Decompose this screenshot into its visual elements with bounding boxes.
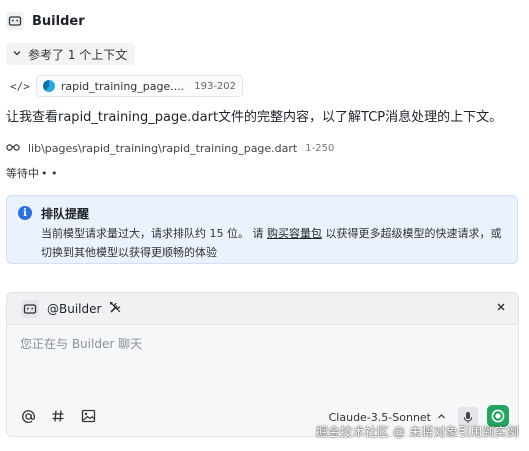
referenced-file-row: </> rapid_training_page.... 193-202: [10, 75, 244, 97]
glasses-icon: [6, 142, 20, 155]
image-icon[interactable]: [80, 408, 96, 424]
chat-view: Builder 参考了 1 个上下文 </> rapid_training_pa…: [0, 0, 529, 451]
watermark: 掘金技术社区 @ 未将对象引用到实例: [315, 425, 519, 439]
queue-alert: i 排队提醒 当前模型请求量过大，请求排队约 15 位。 请 购买容量包 以获得…: [6, 195, 518, 264]
assistant-message: 让我查看rapid_training_page.dart文件的完整内容，以了解T…: [6, 110, 503, 125]
alert-body: 当前模型请求量过大，请求排队约 15 位。 请 购买容量包 以获得更多超级模型的…: [41, 224, 505, 262]
alert-title: 排队提醒: [41, 207, 90, 221]
chat-tools: [20, 408, 96, 424]
waiting-status: 等待中 • •: [6, 165, 57, 181]
chat-input-area: Claude-3.5-Sonnet: [7, 324, 518, 436]
buy-capacity-link[interactable]: 购买容量包: [267, 227, 322, 240]
file-chip-name: rapid_training_page....: [60, 79, 185, 93]
read-file-path: lib\pages\rapid_training\rapid_training_…: [28, 141, 298, 155]
read-file-row[interactable]: lib\pages\rapid_training\rapid_training_…: [6, 139, 334, 157]
hash-icon[interactable]: [50, 408, 66, 424]
file-chip[interactable]: rapid_training_page.... 193-202: [35, 75, 244, 97]
agent-mention: @Builder: [47, 301, 102, 316]
chat-panel-header: @Builder: [7, 293, 518, 324]
context-toggle-button[interactable]: 参考了 1 个上下文: [6, 43, 136, 65]
file-chip-range: 193-202: [194, 80, 237, 92]
bot-icon: [21, 299, 39, 318]
header-title: Builder: [32, 13, 85, 29]
chevron-down-icon: [12, 47, 22, 61]
chat-message-input[interactable]: [20, 335, 500, 375]
bot-icon: [6, 12, 24, 30]
builder-header: Builder: [6, 10, 85, 32]
info-icon: i: [18, 206, 32, 220]
at-mention-icon[interactable]: [20, 408, 36, 424]
context-toggle-label: 参考了 1 个上下文: [28, 47, 128, 62]
alert-body-before: 当前模型请求量过大，请求排队约 15 位。 请: [41, 227, 267, 240]
tools-icon[interactable]: [109, 299, 122, 318]
code-icon: </>: [10, 79, 30, 93]
close-icon[interactable]: [496, 301, 506, 316]
dart-file-icon: [42, 80, 55, 92]
chat-input-panel: @Builder 您正在与 Builder 聊天 Claude-3.5-Sonn…: [6, 292, 519, 437]
read-file-range: 1-250: [305, 142, 335, 154]
waiting-dots: • •: [41, 166, 58, 180]
waiting-text: 等待中: [6, 167, 39, 180]
